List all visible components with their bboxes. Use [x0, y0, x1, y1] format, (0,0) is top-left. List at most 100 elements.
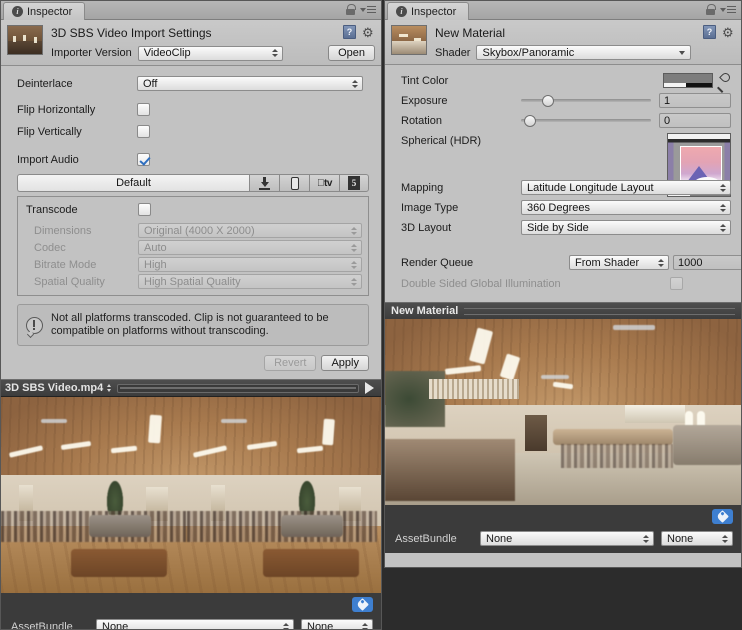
left-assetbundle-footer: AssetBundle None None — [1, 593, 381, 630]
image-type-dropdown[interactable]: 360 Degrees — [521, 200, 731, 215]
rotation-value-field[interactable]: 0 — [659, 113, 731, 128]
dimensions-label: Dimensions — [26, 225, 138, 237]
lock-icon[interactable] — [706, 4, 715, 15]
appletv-icon: tv — [317, 178, 332, 189]
assetbundle-tag-icon[interactable] — [352, 597, 373, 612]
import-audio-label: Import Audio — [17, 154, 137, 166]
shader-label: Shader — [435, 47, 470, 59]
gear-icon[interactable]: ⚙ — [362, 26, 375, 39]
warning-line-2: compatible on platforms without transcod… — [51, 325, 269, 337]
info-icon: i — [396, 6, 407, 17]
bitrate-mode-label: Bitrate Mode — [26, 259, 138, 271]
apply-button[interactable]: Apply — [321, 355, 369, 371]
video-preview-panorama[interactable] — [1, 397, 381, 593]
help-book-icon[interactable]: ? — [343, 25, 356, 39]
revert-button[interactable]: Revert — [264, 355, 316, 371]
importer-version-dropdown[interactable]: VideoClip — [138, 46, 283, 61]
flip-horizontally-row: Flip Horizontally — [1, 101, 381, 118]
material-thumbnail — [391, 25, 427, 55]
import-audio-row: Import Audio — [1, 151, 381, 168]
tab-inspector-left[interactable]: i Inspector — [3, 2, 85, 20]
tint-color-swatch[interactable] — [663, 73, 713, 88]
material-inspector-window: i Inspector New Material Shader — [384, 0, 742, 568]
render-queue-row: Render Queue From Shader 1000 — [385, 254, 741, 271]
assetbundle-variant-dropdown[interactable]: None — [661, 531, 733, 546]
deinterlace-row: Deinterlace Off — [1, 75, 381, 92]
flip-horizontally-checkbox[interactable] — [137, 103, 150, 116]
bitrate-mode-row: Bitrate Mode High — [18, 256, 368, 273]
play-icon[interactable] — [365, 382, 374, 394]
hamburger-menu-icon[interactable] — [720, 6, 736, 14]
left-panel-body: Deinterlace Off Flip Horizontally Flip V… — [1, 75, 381, 371]
transcode-checkbox[interactable] — [138, 203, 151, 216]
rotation-label: Rotation — [401, 115, 521, 127]
left-preview-toolbar: 3D SBS Video.mp4 — [1, 379, 381, 397]
bitrate-mode-dropdown: High — [138, 257, 362, 272]
left-header-icons: ? ⚙ — [343, 25, 375, 39]
shader-value: Skybox/Panoramic — [482, 47, 574, 59]
assetbundle-name-dropdown[interactable]: None — [96, 619, 294, 630]
mapping-dropdown[interactable]: Latitude Longitude Layout — [521, 180, 731, 195]
deinterlace-dropdown[interactable]: Off — [137, 76, 363, 91]
3d-layout-value: Side by Side — [527, 222, 589, 234]
assetbundle-tag-icon[interactable] — [712, 509, 733, 524]
page-title: 3D SBS Video Import Settings — [51, 26, 375, 40]
tab-inspector-right[interactable]: i Inspector — [387, 2, 469, 20]
platform-tab-ios[interactable] — [279, 174, 309, 192]
assetbundle-variant-dropdown[interactable]: None — [301, 619, 373, 630]
double-sided-gi-label: Double Sided Global Illumination — [401, 278, 661, 290]
transcode-label: Transcode — [26, 204, 138, 216]
codec-label: Codec — [26, 242, 138, 254]
platform-default-label: Default — [116, 177, 151, 189]
assetbundle-name-dropdown[interactable]: None — [480, 531, 654, 546]
chevron-updown-icon — [107, 384, 111, 392]
help-book-icon[interactable]: ? — [703, 25, 716, 39]
bitrate-mode-value: High — [144, 259, 167, 271]
transcode-warning-box: Not all platforms transcoded. Clip is no… — [17, 304, 369, 346]
right-object-header: New Material Shader Skybox/Panoramic ? ⚙ — [385, 20, 741, 65]
importer-version-label: Importer Version — [51, 47, 132, 59]
preview-clip-name[interactable]: 3D SBS Video.mp4 — [5, 382, 111, 394]
codec-dropdown: Auto — [138, 240, 362, 255]
3d-layout-row: 3D Layout Side by Side — [385, 219, 741, 236]
image-type-label: Image Type — [401, 202, 521, 214]
warning-line-1: Not all platforms transcoded. Clip is no… — [51, 312, 329, 324]
exposure-value-field[interactable]: 1 — [659, 93, 731, 108]
tab-label: Inspector — [411, 6, 456, 18]
unity-editor-screen: i Inspector 3D SBS Video Import Settings — [0, 0, 742, 630]
platform-tab-webgl[interactable]: 5 — [339, 174, 369, 192]
lock-icon[interactable] — [346, 4, 355, 15]
gear-icon[interactable]: ⚙ — [722, 26, 735, 39]
warning-icon — [26, 317, 43, 334]
asset-thumbnail — [7, 25, 43, 55]
preview-rule — [464, 308, 735, 315]
importer-version-value: VideoClip — [144, 47, 191, 59]
render-queue-mode-dropdown[interactable]: From Shader — [569, 255, 669, 270]
eyedropper-icon[interactable] — [717, 73, 731, 88]
material-name: New Material — [435, 26, 735, 40]
import-audio-checkbox[interactable] — [137, 153, 150, 166]
open-button[interactable]: Open — [328, 45, 375, 61]
flip-vertically-checkbox[interactable] — [137, 125, 150, 138]
exposure-slider[interactable] — [521, 93, 651, 108]
material-preview-panorama[interactable] — [385, 319, 741, 505]
assetbundle-label: AssetBundle — [395, 533, 473, 545]
render-queue-label: Render Queue — [401, 257, 569, 269]
platform-tab-standalone[interactable] — [249, 174, 279, 192]
platform-tab-default[interactable]: Default — [17, 174, 249, 192]
preview-scrub-bar[interactable] — [117, 384, 359, 393]
right-header-icons: ? ⚙ — [703, 25, 735, 39]
html5-icon: 5 — [348, 176, 360, 190]
assetbundle-variant-value: None — [307, 621, 333, 630]
platform-tab-tvos[interactable]: tv — [309, 174, 339, 192]
hamburger-menu-icon[interactable] — [360, 6, 376, 14]
render-queue-value-field[interactable]: 1000 — [673, 255, 742, 270]
shader-dropdown[interactable]: Skybox/Panoramic — [476, 45, 691, 60]
render-queue-mode-value: From Shader — [575, 257, 639, 269]
iphone-icon — [291, 177, 299, 190]
spatial-quality-dropdown: High Spatial Quality — [138, 274, 362, 289]
dimensions-value: Original (4000 X 2000) — [144, 225, 255, 237]
tab-label: Inspector — [27, 6, 72, 18]
3d-layout-dropdown[interactable]: Side by Side — [521, 220, 731, 235]
rotation-slider[interactable] — [521, 113, 651, 128]
